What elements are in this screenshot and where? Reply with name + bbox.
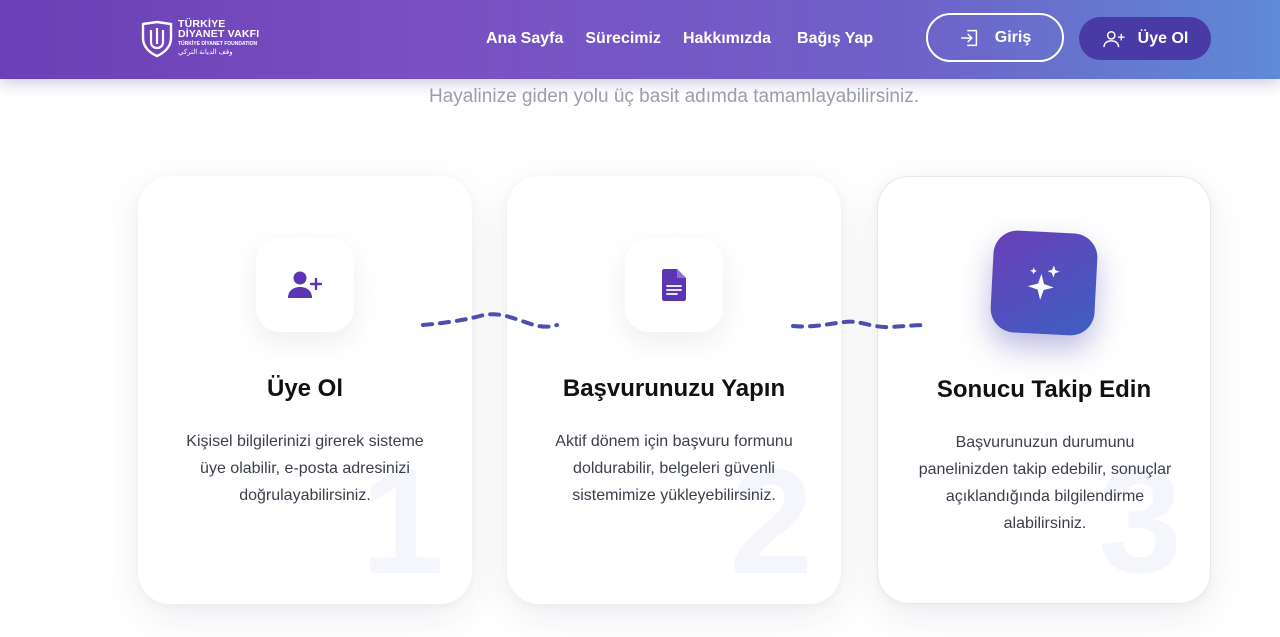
signup-button-label: Üye Ol [1137,29,1189,47]
logo-line-4: وقف الديانة التركي [178,49,233,56]
nav-link-surecimiz[interactable]: Sürecimiz [585,28,661,50]
step-icon-box-1 [256,238,354,332]
user-plus-icon [1102,30,1125,47]
login-button-label: Giriş [994,28,1032,46]
logo-line-3: TÜRKİYE DİYANET FOUNDATION [178,41,258,47]
signup-button[interactable]: Üye Ol [1079,17,1211,60]
main-nav: Ana Sayfa Sürecimiz Hakkımızda Bağış Yap [486,28,873,50]
logo-line-2: DİYANET VAKFI [178,28,260,40]
vakif-emblem-icon [141,20,173,58]
step-title-3: Sonucu Takip Edin [936,376,1152,403]
section-subtitle: Hayalinize giden yolu üç basit adımda ta… [428,86,919,107]
login-icon [960,29,977,46]
document-icon [662,269,686,301]
step-connector-2 [791,319,929,330]
step-title-2: Başvurunuzu Yapın [562,375,786,402]
step-card-2: 2 Başvurunuzu Yapın Aktif dönem için baş… [507,176,841,604]
nav-link-bagis-yap[interactable]: Bağış Yap [797,28,873,50]
login-button[interactable]: Giriş [926,13,1064,62]
step-card-3: 3 Sonucu Takip Edin Başvurunuzun durumun… [877,176,1211,604]
nav-link-ana-sayfa[interactable]: Ana Sayfa [486,28,563,50]
step-icon-box-3 [989,229,1099,337]
user-plus-icon [288,271,323,298]
step-title-1: Üye Ol [266,375,344,402]
step-text-3: Başvurunuzun durumunu panelinizden takip… [918,434,1172,532]
nav-link-hakkimizda[interactable]: Hakkımızda [683,28,771,50]
sparkles-icon [1027,265,1060,300]
step-connector-1 [421,312,559,329]
step-card-1: 1 Üye Ol Kişisel bilgilerinizi girerek s… [138,176,472,604]
step-icon-box-2 [625,238,723,332]
diyanet-vakfi-logo[interactable]: TÜRKİYE DİYANET VAKFI TÜRKİYE DİYANET FO… [140,18,270,60]
step-text-2: Aktif dönem için başvuru formunu doldura… [555,433,793,504]
top-navbar: TÜRKİYE DİYANET VAKFI TÜRKİYE DİYANET FO… [0,0,1280,79]
step-text-1: Kişisel bilgilerinizi girerek sisteme üy… [186,433,424,504]
